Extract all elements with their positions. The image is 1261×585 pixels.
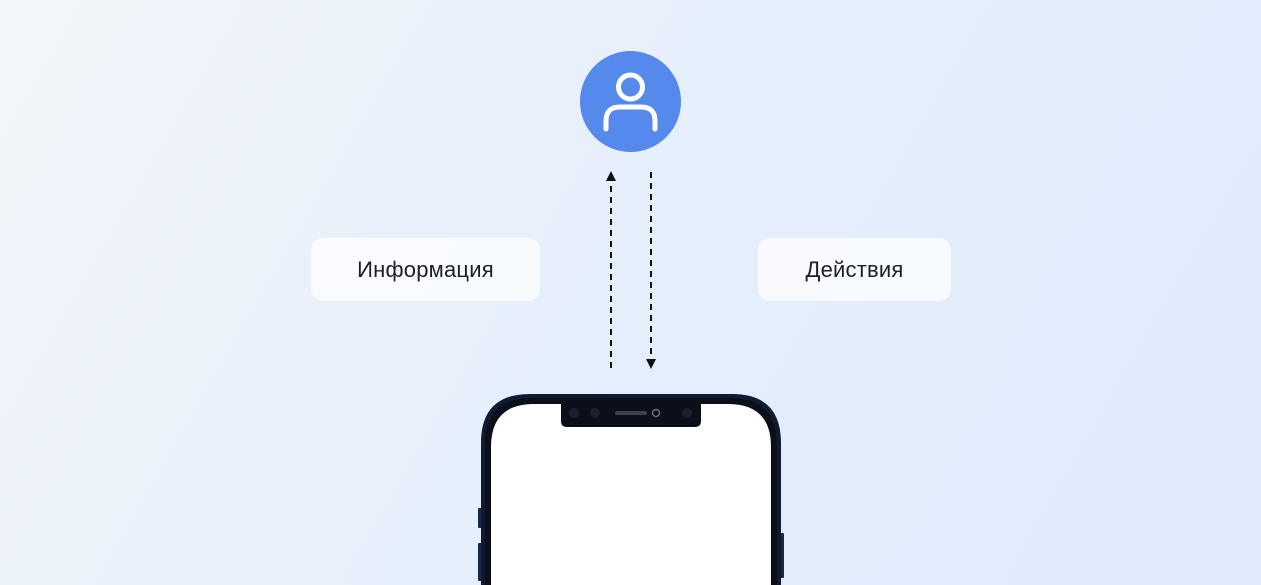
arrow-pair [606, 171, 656, 369]
arrow-up [606, 171, 616, 368]
diagram: Информация Действия [0, 0, 1261, 585]
user-icon [603, 72, 658, 132]
information-label-text: Информация [357, 256, 494, 282]
actions-label-text: Действия [805, 256, 904, 282]
arrow-down [646, 172, 656, 369]
user-avatar [580, 51, 681, 152]
information-label: Информация [311, 238, 540, 301]
smartphone-icon [478, 394, 784, 585]
actions-label: Действия [758, 238, 951, 301]
